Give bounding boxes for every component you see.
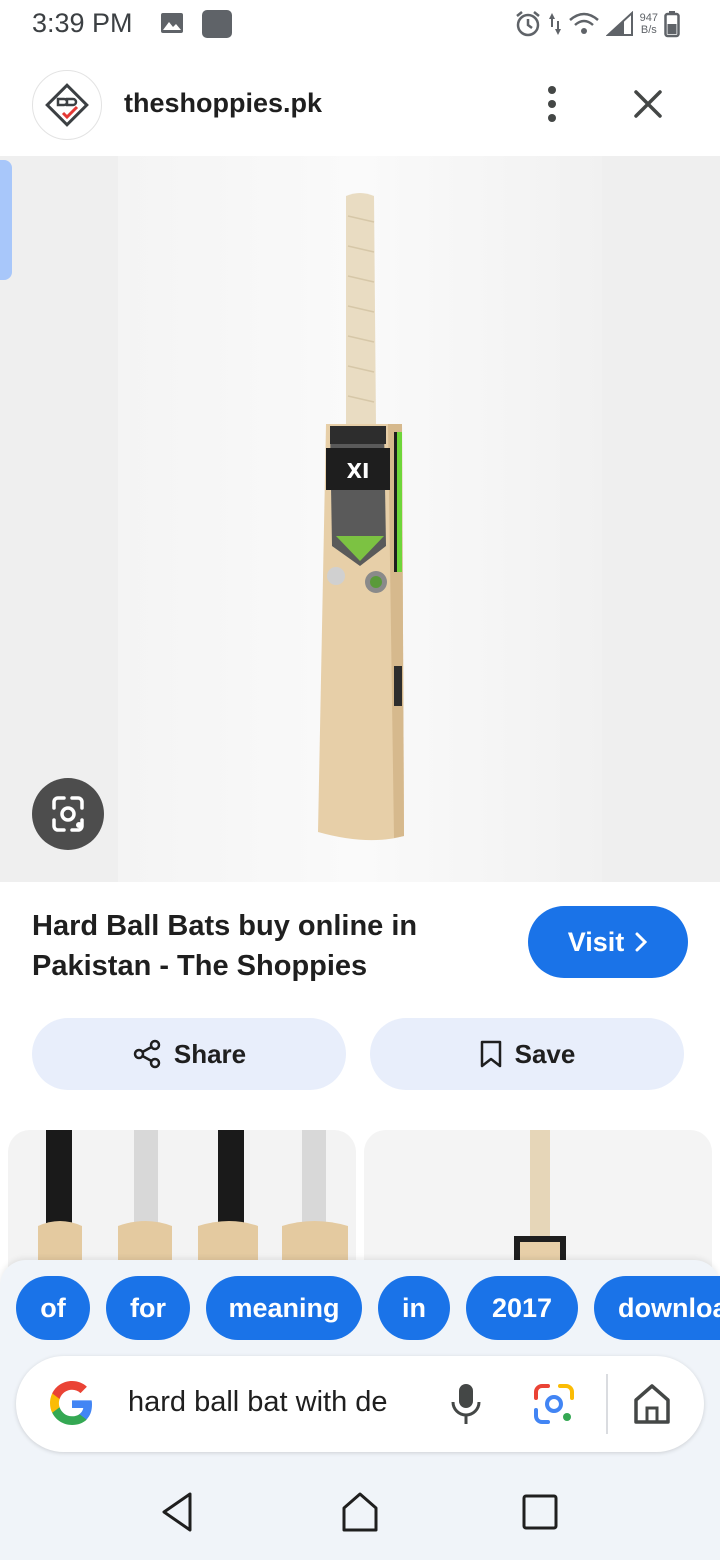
save-label: Save (514, 1038, 576, 1069)
net-speed-unit: B/s (640, 24, 657, 36)
suggestion-chip[interactable]: downloa (594, 1276, 720, 1340)
alarm-icon (515, 11, 540, 37)
site-favicon[interactable] (32, 70, 102, 140)
product-image[interactable]: XI (118, 156, 602, 882)
google-logo-icon (50, 1381, 92, 1425)
visit-label: Visit (567, 926, 625, 957)
suggestion-chip[interactable]: 2017 (466, 1276, 578, 1340)
share-label: Share (173, 1038, 247, 1069)
suggestion-chip[interactable]: in (378, 1276, 450, 1340)
scroll-indicator[interactable] (0, 160, 12, 280)
nav-recents-icon[interactable] (520, 1490, 560, 1534)
nav-back-icon[interactable] (156, 1488, 200, 1536)
google-lens-icon[interactable] (532, 1382, 576, 1426)
suggestion-chip[interactable]: of (16, 1276, 90, 1340)
status-right-icons: 947 B/s (514, 8, 680, 40)
suggestion-chip[interactable]: meaning (206, 1276, 362, 1340)
search-divider (606, 1374, 608, 1434)
app-notification-icon (202, 10, 232, 38)
battery-icon (664, 11, 680, 38)
related-image-2[interactable] (364, 1130, 712, 1270)
save-button[interactable]: Save (370, 1018, 684, 1090)
wifi-icon (568, 12, 599, 34)
svg-text:XI: XI (347, 459, 370, 483)
site-domain[interactable]: theshoppies.pk (124, 88, 322, 119)
cricket-bat-image: XI (318, 193, 404, 841)
result-title[interactable]: Hard Ball Bats buy online in Pakistan - … (32, 906, 492, 986)
bat-thumbnail (514, 1130, 566, 1270)
google-lens-icon (52, 796, 84, 832)
bookmark-icon (480, 1040, 501, 1068)
related-image-1[interactable] (8, 1130, 356, 1270)
theshoppies-logo-icon (45, 83, 89, 127)
search-query[interactable]: hard ball bat with de (128, 1386, 408, 1419)
signal-icon (605, 11, 633, 36)
share-icon (133, 1039, 161, 1069)
google-lens-button[interactable] (32, 778, 104, 850)
data-arrows-icon (548, 13, 561, 35)
bats-thumbnail (38, 1130, 348, 1270)
net-speed-value: 947 (639, 12, 658, 24)
suggestion-chip[interactable]: for (106, 1276, 190, 1340)
status-time: 3:39 PM (32, 8, 133, 38)
nav-home-icon[interactable] (338, 1488, 382, 1536)
net-speed: 947 B/s (640, 12, 658, 36)
share-button[interactable]: Share (32, 1018, 346, 1090)
mic-icon[interactable] (448, 1380, 484, 1428)
more-vert-icon[interactable] (534, 82, 570, 126)
visit-button[interactable]: Visit (528, 906, 688, 978)
close-icon[interactable] (626, 82, 670, 126)
home-icon[interactable] (632, 1382, 672, 1426)
image-notification-icon (161, 13, 183, 33)
chevron-right-icon (635, 932, 648, 952)
